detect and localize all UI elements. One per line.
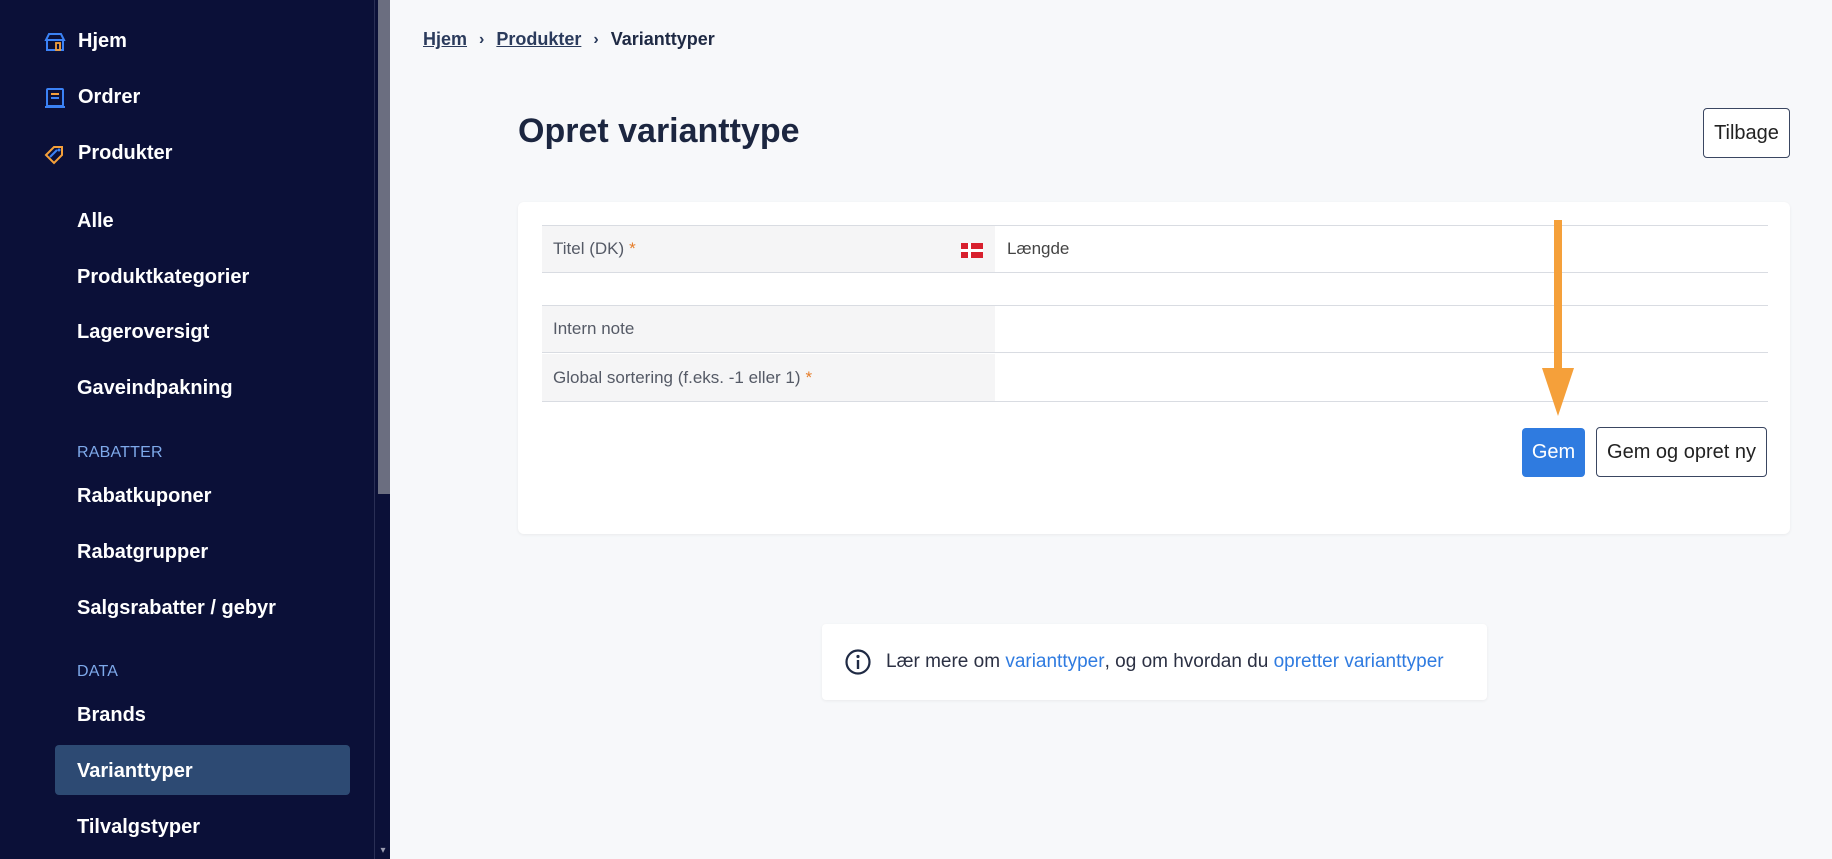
sidebar-item-salgsrabatter[interactable]: Salgsrabatter / gebyr	[77, 597, 276, 620]
info-box: Lær mere om varianttyper , og om hvordan…	[822, 624, 1487, 700]
sidebar-item-produkter[interactable]: Produkter	[44, 142, 172, 165]
sort-input[interactable]	[995, 354, 1768, 401]
back-button[interactable]: Tilbage	[1703, 108, 1790, 158]
sort-row: Global sortering (f.eks. -1 eller 1) *	[542, 354, 1768, 402]
breadcrumb-current: Varianttyper	[610, 29, 715, 49]
chevron-right-icon: ›	[593, 30, 599, 48]
sidebar-scrollbar[interactable]: ▾	[374, 0, 391, 859]
chevron-right-icon: ›	[479, 30, 485, 48]
section-heading-rabatter: RABATTER	[77, 444, 163, 461]
title-label: Titel (DK) *	[542, 226, 995, 272]
sidebar-item-gaveindpakning[interactable]: Gaveindpakning	[77, 377, 233, 400]
breadcrumb: Hjem › Produkter › Varianttyper	[423, 29, 715, 50]
breadcrumb-produkter[interactable]: Produkter	[496, 29, 581, 50]
info-icon	[845, 649, 871, 675]
denmark-flag-icon	[961, 243, 983, 258]
note-row: Intern note	[542, 305, 1768, 353]
annotation-arrow-icon	[1542, 220, 1574, 416]
sidebar-item-alle[interactable]: Alle	[77, 210, 114, 233]
title-row: Titel (DK) * Længde	[542, 225, 1768, 273]
sidebar-item-tilvalgstyper[interactable]: Tilvalgstyper	[77, 816, 200, 839]
required-marker: *	[805, 367, 813, 387]
orders-icon	[44, 87, 66, 109]
note-input[interactable]	[995, 306, 1768, 352]
sidebar-item-lageroversigt[interactable]: Lageroversigt	[77, 321, 209, 344]
sidebar-item-rabatkuponer[interactable]: Rabatkuponer	[77, 485, 211, 508]
sidebar-item-rabatgrupper[interactable]: Rabatgrupper	[77, 541, 208, 564]
save-and-new-button[interactable]: Gem og opret ny	[1596, 427, 1767, 477]
sidebar-item-brands[interactable]: Brands	[77, 704, 146, 727]
opretter-varianttyper-link[interactable]: opretter varianttyper	[1274, 651, 1444, 673]
sidebar-item-varianttyper[interactable]: Varianttyper	[77, 760, 193, 783]
sort-label: Global sortering (f.eks. -1 eller 1) *	[542, 354, 995, 401]
sidebar-item-label: Hjem	[78, 30, 127, 52]
title-input[interactable]: Længde	[995, 226, 1768, 272]
save-button[interactable]: Gem	[1522, 428, 1585, 477]
section-heading-data: DATA	[77, 663, 119, 680]
info-text-middle: , og om hvordan du	[1104, 651, 1274, 672]
required-marker: *	[629, 239, 636, 258]
info-text-before: Lær mere om	[886, 651, 1006, 672]
page-title: Opret varianttype	[518, 112, 800, 150]
store-icon	[44, 31, 66, 53]
sidebar-item-label: Ordrer	[78, 86, 141, 108]
sidebar-item-label: Produkter	[78, 142, 173, 164]
sidebar: Hjem Ordrer Produkter Alle Produktkatego…	[0, 0, 374, 859]
sidebar-item-hjem[interactable]: Hjem	[44, 30, 127, 53]
sidebar-item-produktkategorier[interactable]: Produktkategorier	[77, 266, 249, 289]
note-label: Intern note	[542, 306, 995, 352]
tag-icon	[44, 143, 66, 165]
breadcrumb-hjem[interactable]: Hjem	[423, 29, 467, 50]
varianttyper-link[interactable]: varianttyper	[1005, 651, 1104, 673]
title-label-text: Titel (DK)	[553, 239, 625, 258]
note-label-text: Intern note	[553, 319, 635, 338]
sort-label-text: Global sortering (f.eks. -1 eller 1)	[553, 367, 801, 387]
sidebar-item-ordrer[interactable]: Ordrer	[44, 86, 140, 109]
scroll-down-icon[interactable]: ▾	[377, 845, 389, 857]
